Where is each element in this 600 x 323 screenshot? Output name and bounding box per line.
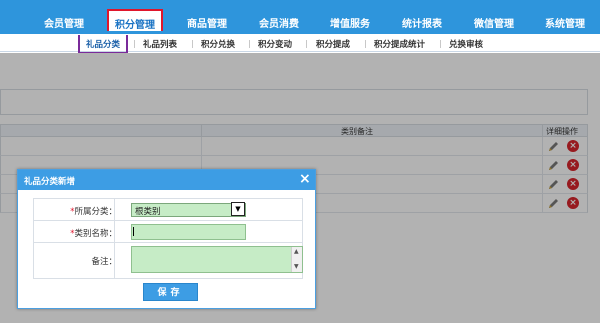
text-caret bbox=[133, 227, 134, 236]
form-row-remark: 备注： ▲ ▼ bbox=[33, 242, 303, 279]
textarea-scrollbar[interactable]: ▲ ▼ bbox=[291, 247, 302, 272]
remark-label: 备注： bbox=[91, 257, 117, 267]
subnav-separator bbox=[192, 40, 193, 48]
dialog-title: 礼品分类新增 bbox=[24, 177, 76, 187]
subnav-points-exchange[interactable]: 积分兑换 bbox=[201, 38, 235, 50]
remark-textarea[interactable]: ▲ ▼ bbox=[131, 246, 303, 273]
subnav-separator bbox=[365, 40, 366, 48]
category-label-text: 所属分类： bbox=[74, 207, 117, 217]
top-nav: 会员管理 积分管理 商品管理 会员消费 增值服务 统计报表 微信管理 系统管理 bbox=[0, 0, 600, 34]
subnav-points-commission-stats[interactable]: 积分提成统计 bbox=[374, 38, 425, 50]
nav-member-management[interactable]: 会员管理 bbox=[44, 15, 84, 30]
nav-system-management[interactable]: 系统管理 bbox=[545, 15, 585, 30]
category-select[interactable]: 根类别 bbox=[131, 203, 246, 217]
subnav-gift-list[interactable]: 礼品列表 bbox=[143, 38, 177, 50]
close-icon[interactable]: × bbox=[299, 172, 311, 186]
subnav-separator bbox=[306, 40, 307, 48]
nav-member-consumption[interactable]: 会员消费 bbox=[259, 15, 299, 30]
nav-points-management[interactable]: 积分管理 bbox=[107, 9, 163, 31]
save-button[interactable]: 保存 bbox=[143, 283, 198, 301]
chevron-down-icon[interactable]: ▼ bbox=[231, 202, 245, 216]
dialog-title-bar: 礼品分类新增 × bbox=[18, 170, 315, 190]
form-row-name: *类别名称： bbox=[33, 220, 303, 243]
form-row-category: *所属分类： 根类别 ▼ bbox=[33, 198, 303, 221]
nav-value-added-services[interactable]: 增值服务 bbox=[330, 15, 370, 30]
nav-wechat-management[interactable]: 微信管理 bbox=[474, 15, 514, 30]
add-gift-category-dialog: 礼品分类新增 × *所属分类： 根类别 ▼ *类别名称： 备注： ▲ ▼ 保存 bbox=[17, 169, 316, 309]
name-label-text: 类别名称： bbox=[74, 229, 117, 239]
scroll-down-icon[interactable]: ▼ bbox=[294, 263, 299, 270]
subnav-points-change[interactable]: 积分变动 bbox=[258, 38, 292, 50]
subnav-separator bbox=[134, 40, 135, 48]
subnav-separator bbox=[440, 40, 441, 48]
nav-statistics-reports[interactable]: 统计报表 bbox=[402, 15, 442, 30]
category-label: *所属分类： bbox=[70, 205, 117, 217]
scroll-up-icon[interactable]: ▲ bbox=[294, 248, 299, 255]
nav-goods-management[interactable]: 商品管理 bbox=[187, 15, 227, 30]
subnav-gift-category[interactable]: 礼品分类 bbox=[78, 35, 129, 54]
subnav-exchange-review[interactable]: 兑换审核 bbox=[449, 38, 483, 50]
subnav-separator bbox=[249, 40, 250, 48]
category-name-input[interactable] bbox=[131, 224, 246, 240]
subnav-points-commission[interactable]: 积分提成 bbox=[316, 38, 350, 50]
name-label: *类别名称： bbox=[70, 227, 117, 239]
sub-nav: 礼品分类 礼品列表 积分兑换 积分变动 积分提成 积分提成统计 兑换审核 bbox=[0, 34, 600, 54]
